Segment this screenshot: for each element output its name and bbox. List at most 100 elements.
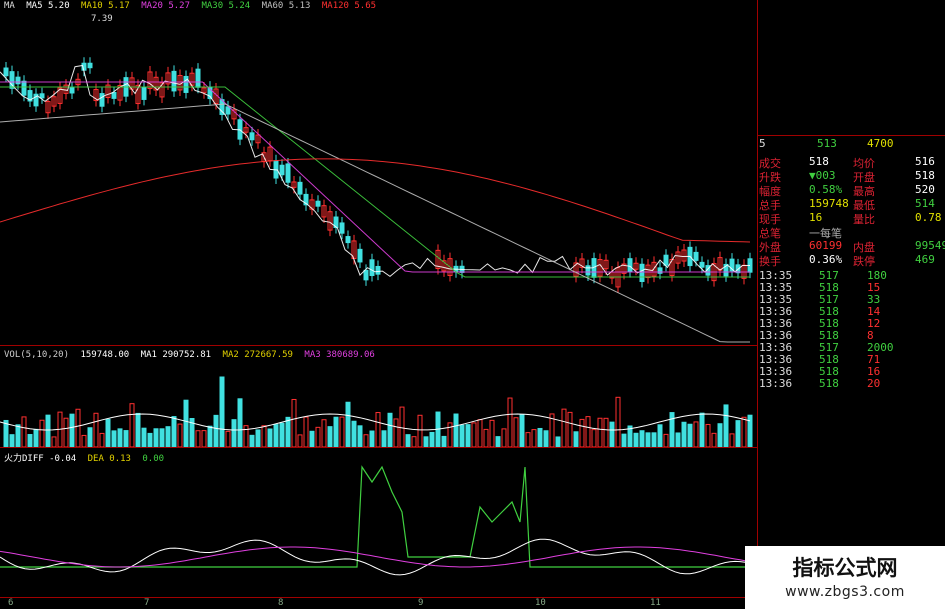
volume-bar [705,423,711,447]
x-axis-tick: 11 [650,598,661,608]
volume-bar [87,427,93,447]
volume-bar [105,418,111,447]
quote-value: 60199 [809,239,843,252]
candlestick [315,200,321,207]
volume-bar [333,416,339,447]
candlestick [627,258,633,273]
candlestick [285,163,291,183]
volume-bar [267,428,273,447]
volume-bar [609,421,615,447]
ma-legend-item: MA5 5.20 [26,1,70,11]
x-axis-tick: 10 [535,598,546,608]
volume-bar [411,436,417,447]
quote-row: 幅度 0.58% 最高 520 [757,183,945,198]
dea-line [0,546,751,568]
tick-volume: 20 [867,377,881,390]
x-axis-tick: 9 [418,598,424,608]
volume-legend-item: MA3 380689.06 [304,350,375,360]
volume-bar [165,426,171,447]
macd-indicator-chart[interactable] [0,462,757,597]
quote-value: 0.58% [809,183,843,196]
candlestick [21,80,27,96]
volume-bar [543,430,549,447]
x-axis-tick: 7 [144,598,150,608]
watermark-title: 指标公式网 [792,556,898,580]
volume-bar [51,436,57,447]
volume-bar [225,430,231,447]
volume-bar [129,403,135,447]
volume-bar [117,428,123,447]
tick-time: 13:36 [759,377,793,390]
candlestick [225,106,231,115]
volume-bar [231,419,237,447]
volume-bar [249,434,255,447]
volume-bar [303,416,309,447]
volume-bar [399,406,405,447]
volume-bar [669,412,675,447]
volume-bar [261,425,267,447]
volume-bar [159,428,165,447]
volume-bar [423,436,429,447]
volume-bar [195,430,201,447]
volume-bar [147,432,153,447]
volume-ma-line [0,413,751,431]
volume-bar [99,432,105,447]
volume-bar [27,434,33,447]
volume-bar [507,397,513,447]
volume-bar [315,426,321,447]
volume-bar [351,420,357,447]
volume-bar [519,414,525,447]
volume-bar [453,413,459,447]
volume-bar [429,431,435,447]
volume-bar [615,396,621,447]
candlestick [15,76,21,85]
candlestick-chart[interactable] [0,12,757,345]
volume-bar [111,430,117,447]
x-axis-tick: 8 [278,598,284,608]
quote-row: 升跌 ▼003 开盘 518 [757,169,945,184]
volume-bar [663,433,669,447]
volume-bar [75,408,81,447]
quote-row: 外盘 60199 内盘 99549 [757,239,945,254]
quote-header-left: 5 [759,137,766,150]
volume-chart[interactable] [0,362,757,447]
moving-average-line [0,81,750,273]
diff-line [0,538,751,576]
candlestick [249,132,255,141]
volume-bar [279,422,285,447]
ma-legend-item: MA [4,1,15,11]
volume-bar [393,418,399,447]
volume-bar [309,430,315,447]
volume-bar [63,417,69,447]
volume-bar [657,424,663,447]
quote-panel: 5 513 4700 成交 518 均价 516 升跌 ▼003 开盘 518 幅度 0.58% 最… [755,135,945,390]
volume-bar [699,412,705,447]
volume-bar [363,434,369,447]
volume-bar [477,419,483,447]
candlestick [693,251,699,261]
volume-bar [495,436,501,447]
volume-bar [321,419,327,447]
ma-legend-item: MA120 5.65 [321,1,377,11]
volume-bar [183,399,189,447]
volume-bar [213,414,219,447]
macd-panel-bottom-border [0,597,757,598]
candlestick [699,261,705,268]
candlestick [39,93,45,99]
x-axis-tick: 6 [8,598,14,608]
volume-bar [471,422,477,447]
quote-value: ▼003 [809,169,836,182]
volume-bar [123,430,129,447]
candlestick [297,181,303,195]
volume-bar [15,424,21,447]
watermark-url: www.zbgs3.com [785,584,905,600]
tick-row: 13:36 518 20 [757,377,945,390]
volume-bar [45,414,51,447]
candlestick [363,269,369,281]
volume-bar [369,430,375,447]
volume-bar [297,434,303,447]
quote-value: 16 [809,211,823,224]
quote-row: 现手 16 量比 0.78 [757,211,945,226]
volume-bar [723,404,729,447]
volume-bar [387,412,393,447]
